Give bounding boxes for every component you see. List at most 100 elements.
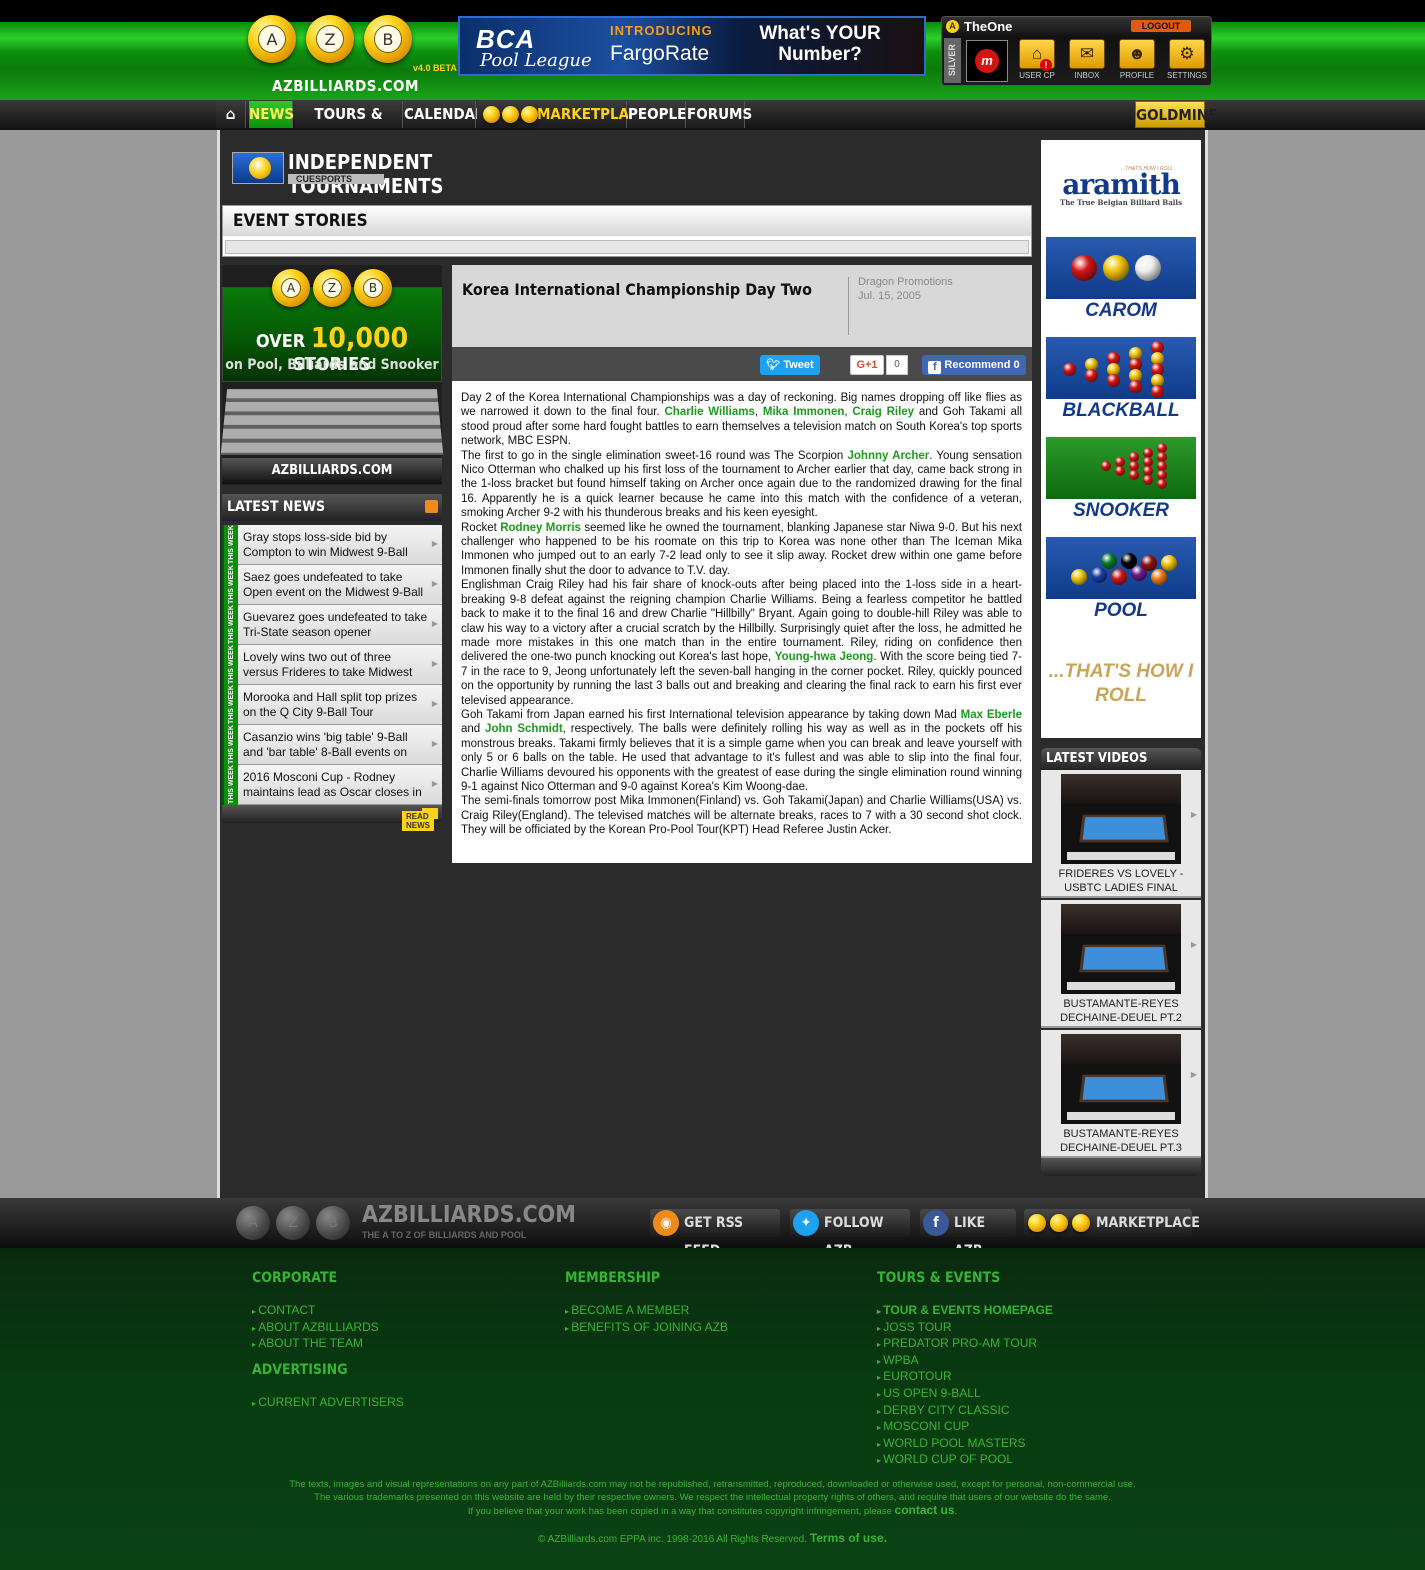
player-link[interactable]: Max Eberle bbox=[961, 709, 1022, 721]
tweet-button[interactable]: 🐦︎ Tweet bbox=[760, 355, 820, 375]
video-item[interactable]: FRIDERES VS LOVELY - USBTC LADIES FINAL ▶ bbox=[1041, 770, 1201, 898]
nav-news[interactable]: NEWS bbox=[249, 101, 294, 128]
arrow-right-icon: ▶ bbox=[431, 779, 438, 788]
nav-marketplace[interactable]: MARKETPLACE bbox=[477, 101, 648, 128]
footer-link-tour[interactable]: DERBY CITY CLASSIC bbox=[877, 1403, 1053, 1420]
logo-ball-z[interactable]: Z bbox=[306, 15, 354, 63]
aramith-ad[interactable]: ...THAT'S HOW I ROLL aramith The True Bel… bbox=[1041, 140, 1201, 738]
news-item[interactable]: THIS WEEK Casanzio wins 'big table' 9-Bal… bbox=[222, 725, 442, 765]
footer-site-name[interactable]: AZBILLIARDS.COM bbox=[362, 1202, 576, 1228]
twitter-icon: 🐦︎ bbox=[766, 359, 781, 371]
profile-button[interactable]: ☻ PROFILE bbox=[1114, 39, 1160, 83]
footer-link-tour[interactable]: PREDATOR PRO-AM TOUR bbox=[877, 1336, 1053, 1353]
news-item[interactable]: THIS WEEK Gray stops loss-side bid by Com… bbox=[222, 525, 442, 565]
logo-ball-a[interactable]: A bbox=[248, 15, 296, 63]
nav-tours-events[interactable]: TOURS & EVENTS bbox=[295, 101, 403, 150]
article-meta: Dragon Promotions Jul. 15, 2005 bbox=[858, 275, 953, 303]
ad-blackball: BLACKBALL bbox=[1062, 400, 1180, 421]
footer-link-tour[interactable]: US OPEN 9-BALL bbox=[877, 1386, 1053, 1403]
billiard-ball-icon bbox=[1101, 553, 1117, 569]
arrow-right-icon: ▶ bbox=[431, 619, 438, 628]
video-thumbnail[interactable] bbox=[1061, 904, 1181, 994]
video-item[interactable]: BUSTAMANTE-REYES DECHAINE-DEUEL PT.3 ▶ bbox=[1041, 1030, 1201, 1158]
footer-link-tour[interactable]: WORLD CUP OF POOL bbox=[877, 1452, 1053, 1469]
footer-tours-title: TOURS & EVENTS bbox=[877, 1270, 1001, 1286]
footer-link-tour[interactable]: JOSS TOUR bbox=[877, 1320, 1053, 1337]
footer-link-benefits[interactable]: BENEFITS OF JOINING AZB bbox=[565, 1320, 728, 1337]
billiard-ball-icon bbox=[1129, 470, 1139, 480]
settings-button[interactable]: ⚙ SETTINGS bbox=[1164, 39, 1210, 83]
player-link[interactable]: Young-hwa Jeong bbox=[775, 651, 874, 663]
footer-marketplace-button[interactable]: MARKETPLACE bbox=[1024, 1209, 1200, 1237]
ad-snooker: SNOOKER bbox=[1072, 500, 1170, 521]
footer-link-become-member[interactable]: BECOME A MEMBER bbox=[565, 1303, 728, 1320]
fargorate-banner-ad[interactable]: BCA Pool League INTRODUCING FargoRate Wh… bbox=[458, 16, 926, 76]
facebook-recommend-button[interactable]: f Recommend 0 bbox=[922, 355, 1026, 375]
terms-link[interactable]: Terms of use. bbox=[810, 1531, 887, 1545]
billiard-ball-icon bbox=[1107, 374, 1120, 387]
logo-ball-b[interactable]: B bbox=[364, 15, 412, 63]
arrow-right-icon: ▶ bbox=[431, 739, 438, 748]
footer-link-advertisers[interactable]: CURRENT ADVERTISERS bbox=[252, 1395, 404, 1412]
inbox-button[interactable]: ✉ INBOX bbox=[1064, 39, 1110, 83]
arrow-right-icon: ▶ bbox=[431, 659, 438, 668]
player-link[interactable]: Rodney Morris bbox=[500, 522, 581, 534]
logout-button[interactable]: LOGOUT bbox=[1131, 20, 1191, 32]
news-item[interactable]: THIS WEEK Morooka and Hall split top priz… bbox=[222, 685, 442, 725]
news-item[interactable]: THIS WEEK Guevarez goes undefeated to tak… bbox=[222, 605, 442, 645]
banner-product: FargoRate bbox=[610, 42, 710, 65]
banner-question: What's YOUR Number? bbox=[759, 23, 881, 65]
gplus-button[interactable]: G+1 bbox=[850, 355, 884, 375]
news-item[interactable]: THIS WEEK Saez goes undefeated to take Op… bbox=[222, 565, 442, 605]
video-item[interactable]: BUSTAMANTE-REYES DECHAINE-DEUEL PT.2 ▶ bbox=[1041, 900, 1201, 1028]
news-item[interactable]: THIS WEEK 2016 Mosconi Cup - Rodney maint… bbox=[222, 765, 442, 805]
footer-link-tour[interactable]: EUROTOUR bbox=[877, 1369, 1053, 1386]
section-header: INDEPENDENT TOURNAMENTS CUESPORTS bbox=[232, 150, 522, 198]
billiard-ball-icon bbox=[1143, 474, 1153, 485]
footer-link-tours[interactable]: TOUR & EVENTS HOMEPAGE bbox=[877, 1303, 1053, 1320]
video-thumbnail[interactable] bbox=[1061, 1034, 1181, 1124]
player-link[interactable]: Johnny Archer bbox=[848, 450, 930, 462]
divider bbox=[848, 277, 849, 335]
username[interactable]: TheOne bbox=[964, 19, 1012, 34]
nav-forums[interactable]: FORUMS bbox=[687, 101, 752, 128]
arrow-right-icon: ▶ bbox=[431, 579, 438, 588]
footer-link-tour[interactable]: WORLD POOL MASTERS bbox=[877, 1436, 1053, 1453]
latest-news-header: LATEST NEWS bbox=[222, 494, 442, 521]
follow-twitter-button[interactable]: ✦FOLLOW AZB bbox=[790, 1209, 910, 1259]
event-stories-title: EVENT STORIES bbox=[223, 206, 1031, 236]
footer-link-contact[interactable]: CONTACT bbox=[252, 1303, 379, 1320]
footer-link-team[interactable]: ABOUT THE TEAM bbox=[252, 1336, 379, 1353]
article-source[interactable]: Dragon Promotions bbox=[858, 275, 953, 289]
article-date: Jul. 15, 2005 bbox=[858, 290, 921, 302]
article-paragraph: Englishman Craig Riley had his fair shar… bbox=[461, 579, 1022, 707]
stories-promo[interactable]: A Z B OVER 10,000 STORIES on Pool, Billi… bbox=[220, 265, 444, 485]
news-item[interactable]: THIS WEEK Lovely wins two out of three ve… bbox=[222, 645, 442, 685]
contact-us-link[interactable]: contact us bbox=[895, 1503, 955, 1517]
like-facebook-button[interactable]: fLIKE AZB bbox=[920, 1209, 1016, 1259]
ad-pool: POOL bbox=[1094, 600, 1148, 621]
home-nav-button[interactable]: ⌂ bbox=[216, 101, 246, 128]
player-link[interactable]: John Schmidt bbox=[485, 723, 563, 735]
nav-goldmine[interactable]: GOLDMINE bbox=[1135, 101, 1217, 128]
player-link[interactable]: Charlie Williams bbox=[664, 406, 754, 418]
nav-calendar[interactable]: CALENDAR bbox=[404, 101, 486, 128]
footer-link-tour[interactable]: MOSCONI CUP bbox=[877, 1419, 1053, 1436]
read-news-button[interactable]: READ NEWS ▸▸ bbox=[402, 808, 438, 831]
gplus-count: 0 bbox=[886, 355, 908, 375]
user-cp-button[interactable]: ⌂ USER CP bbox=[1014, 39, 1060, 83]
video-thumbnail[interactable] bbox=[1061, 774, 1181, 864]
footer-link-about[interactable]: ABOUT AZBILLIARDS bbox=[252, 1320, 379, 1337]
player-link[interactable]: Mika Immonen bbox=[763, 406, 845, 418]
nav-people[interactable]: PEOPLE bbox=[628, 101, 686, 128]
arrow-right-icon: ▶ bbox=[431, 699, 438, 708]
legal-notice: The texts, images and visual representat… bbox=[289, 1479, 1136, 1517]
avatar[interactable]: m bbox=[966, 40, 1008, 82]
footer-link-tour[interactable]: WPBA bbox=[877, 1353, 1053, 1370]
rss-feed-button[interactable]: ◉GET RSS FEED bbox=[650, 1209, 780, 1259]
latest-videos-header: LATEST VIDEOS bbox=[1041, 748, 1201, 770]
player-link[interactable]: Craig Riley bbox=[852, 406, 914, 418]
event-stories-panel: EVENT STORIES bbox=[222, 205, 1032, 257]
logo-text[interactable]: AZBILLIARDS.COM bbox=[272, 77, 419, 95]
rss-icon[interactable] bbox=[425, 500, 438, 513]
